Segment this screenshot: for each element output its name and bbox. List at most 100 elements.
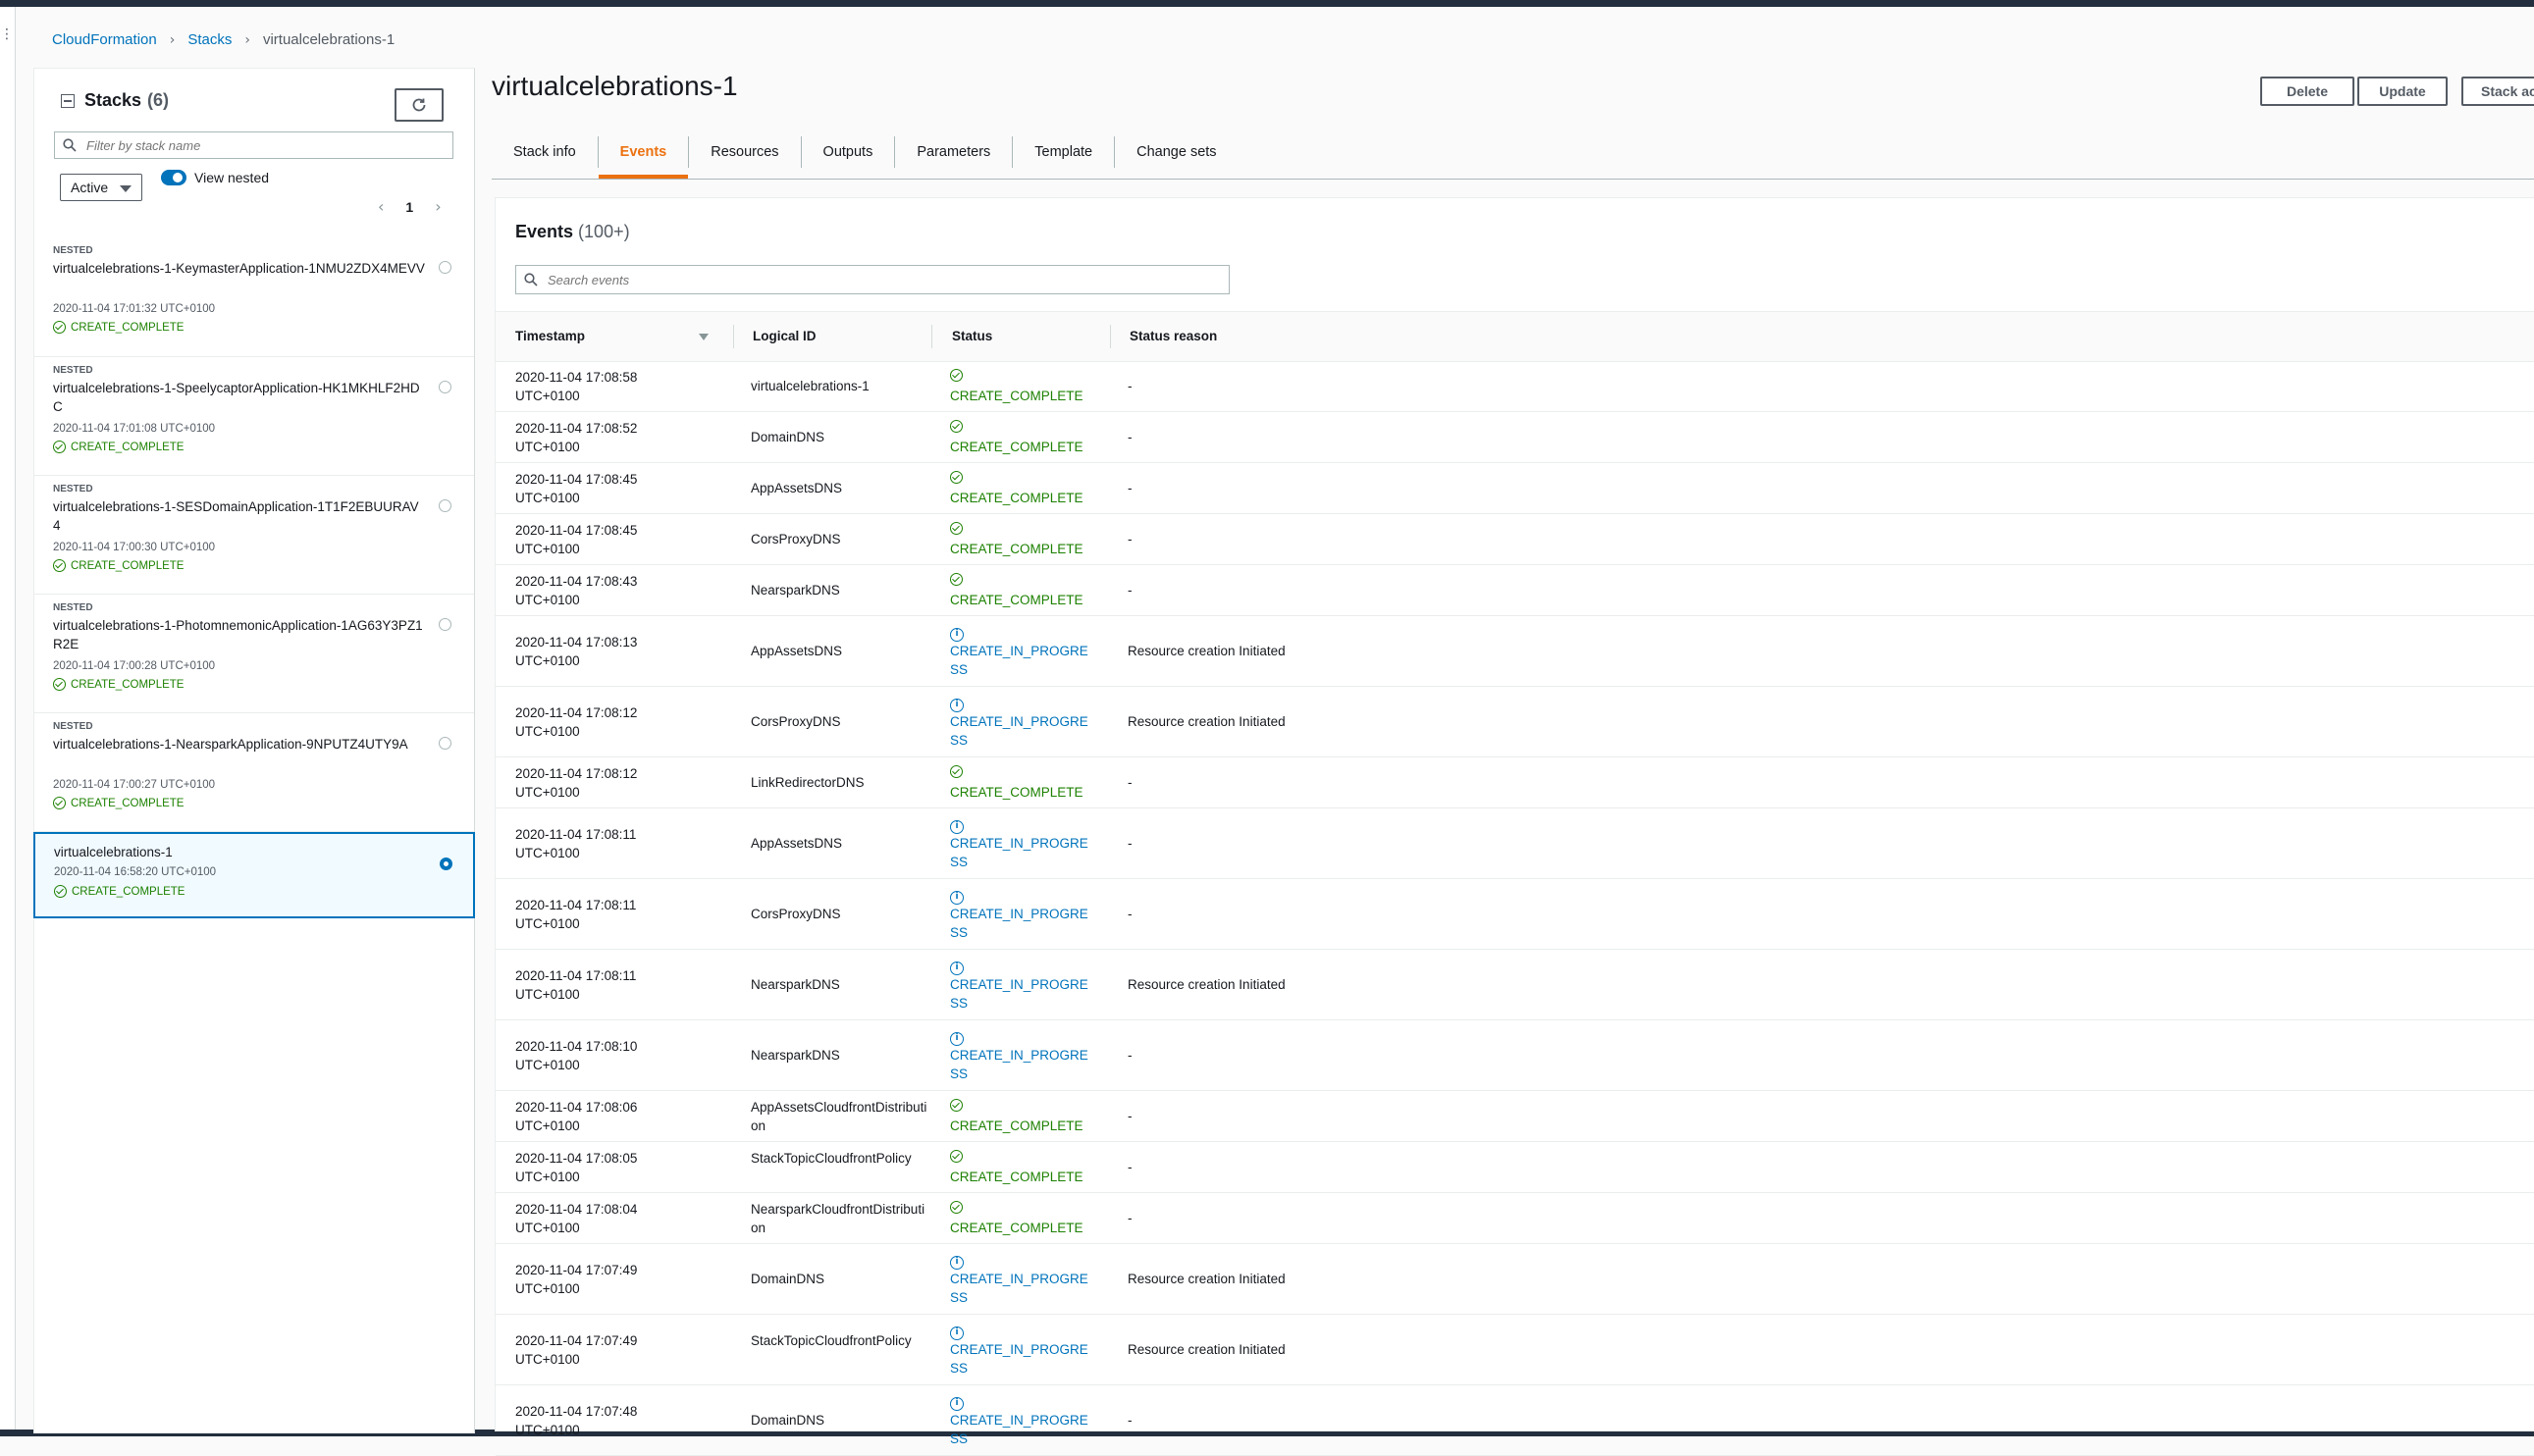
events-search-input[interactable]	[546, 271, 1217, 288]
stack-status: CREATE_COMPLETE	[53, 321, 184, 334]
event-status-text[interactable]: CREATE_IN_PROGRESS	[950, 1046, 1092, 1083]
delete-button[interactable]: Delete	[2260, 77, 2354, 106]
event-row[interactable]: 2020-11-04 17:08:13 UTC+0100 AppAssetsDNS i…	[496, 616, 2534, 687]
info-circle-icon: i	[950, 698, 964, 712]
stack-list-item[interactable]: NESTED virtualcelebrations-1-KeymasterAp…	[34, 237, 474, 357]
event-status-reason: -	[1128, 907, 1133, 921]
event-status-text[interactable]: CREATE_IN_PROGRESS	[950, 1270, 1092, 1307]
stack-select-radio[interactable]	[439, 737, 451, 750]
event-timestamp-zone: UTC+0100	[515, 542, 580, 556]
event-status-reason: Resource creation Initiated	[1128, 1342, 1286, 1357]
update-button[interactable]: Update	[2357, 77, 2448, 106]
stack-list-item[interactable]: NESTED virtualcelebrations-1-NearsparkAp…	[34, 713, 474, 832]
caret-down-icon	[120, 185, 132, 192]
tab-template[interactable]: Template	[1013, 136, 1116, 168]
events-panel: Events (100+) Timestamp Logical ID Statu…	[495, 197, 2534, 1456]
info-circle-icon: i	[950, 1031, 964, 1046]
stack-select-radio[interactable]	[440, 858, 452, 870]
stack-filter-field[interactable]	[54, 131, 453, 159]
event-status-text[interactable]: CREATE_IN_PROGRESS	[950, 1340, 1092, 1378]
event-row[interactable]: 2020-11-04 17:08:45 UTC+0100 CorsProxyDNS C…	[496, 514, 2534, 565]
column-divider[interactable]	[1110, 325, 1111, 348]
drag-handle-icon[interactable]: ⋮	[0, 26, 14, 42]
refresh-button[interactable]	[395, 88, 444, 122]
stack-list-item[interactable]: NESTED virtualcelebrations-1-Photomnemon…	[34, 595, 474, 713]
stack-actions-button[interactable]: Stack ac	[2461, 77, 2534, 106]
event-row[interactable]: 2020-11-04 17:08:06 UTC+0100 AppAssetsClou…	[496, 1091, 2534, 1142]
tab-change-sets[interactable]: Change sets	[1115, 136, 1238, 168]
event-status-text[interactable]: CREATE_IN_PROGRESS	[950, 834, 1092, 871]
event-timestamp: 2020-11-04 17:08:10 UTC+0100	[515, 1037, 637, 1074]
tab-parameters[interactable]: Parameters	[895, 136, 1014, 168]
tab-resources[interactable]: Resources	[689, 136, 802, 168]
event-logical-id: CorsProxyDNS	[751, 532, 841, 546]
event-row[interactable]: 2020-11-04 17:08:12 UTC+0100 LinkRedirecto…	[496, 757, 2534, 808]
event-status-reason: -	[1128, 532, 1133, 546]
event-timestamp-zone: UTC+0100	[515, 653, 580, 668]
event-logical-id: AppAssetsDNS	[751, 481, 843, 495]
event-logical-id: NearsparkDNS	[751, 977, 840, 992]
event-row[interactable]: 2020-11-04 17:07:49 UTC+0100 StackTopicClo…	[496, 1315, 2534, 1385]
stack-select-radio[interactable]	[439, 261, 451, 274]
event-status-text[interactable]: CREATE_IN_PROGRESS	[950, 975, 1092, 1013]
chevron-right-icon: ›	[169, 31, 176, 48]
stack-select-radio[interactable]	[439, 499, 451, 512]
event-row[interactable]: 2020-11-04 17:08:11 UTC+0100 AppAssetsDNS i…	[496, 808, 2534, 879]
stack-list-item[interactable]: NESTED virtualcelebrations-1-SESDomainAp…	[34, 476, 474, 595]
breadcrumb-stacks[interactable]: Stacks	[187, 31, 232, 48]
column-header-status-reason[interactable]: Status reason	[1130, 312, 1217, 361]
stack-filter-input[interactable]	[84, 136, 442, 154]
column-header-timestamp[interactable]: Timestamp	[515, 312, 585, 361]
event-row[interactable]: 2020-11-04 17:08:04 UTC+0100 NearsparkClou…	[496, 1193, 2534, 1244]
column-header-status[interactable]: Status	[952, 312, 992, 361]
event-row[interactable]: 2020-11-04 17:08:45 UTC+0100 AppAssetsDNS C…	[496, 463, 2534, 514]
tab-stack-info[interactable]: Stack info	[492, 136, 599, 168]
event-status-text[interactable]: CREATE_IN_PROGRESS	[950, 905, 1092, 942]
event-status-reason: Resource creation Initiated	[1128, 1272, 1286, 1286]
check-circle-icon	[53, 797, 66, 809]
next-page-icon[interactable]: ›	[435, 197, 441, 216]
event-row[interactable]: 2020-11-04 17:08:52 UTC+0100 DomainDNS CREA…	[496, 412, 2534, 463]
sort-descending-icon[interactable]	[699, 334, 709, 340]
event-timestamp-date: 2020-11-04 17:08:11	[515, 827, 637, 842]
collapse-icon[interactable]	[61, 93, 75, 108]
event-row[interactable]: 2020-11-04 17:08:43 UTC+0100 NearsparkDNS C…	[496, 565, 2534, 616]
check-circle-icon	[950, 522, 963, 535]
tab-events[interactable]: Events	[598, 136, 690, 179]
event-row[interactable]: 2020-11-04 17:08:05 UTC+0100 StackTopicClo…	[496, 1142, 2534, 1193]
event-status-reason: -	[1128, 775, 1133, 790]
event-row[interactable]: 2020-11-04 17:08:58 UTC+0100 virtualcelebr…	[496, 361, 2534, 412]
event-row[interactable]: 2020-11-04 17:08:11 UTC+0100 NearsparkDNS i…	[496, 950, 2534, 1020]
event-timestamp-date: 2020-11-04 17:08:13	[515, 635, 638, 650]
column-divider[interactable]	[931, 325, 932, 348]
tab-outputs[interactable]: Outputs	[802, 136, 896, 168]
event-row[interactable]: 2020-11-04 17:07:49 UTC+0100 DomainDNS i CRE…	[496, 1244, 2534, 1315]
event-status-text: CREATE_COMPLETE	[950, 542, 1083, 556]
page-title: virtualcelebrations-1	[492, 71, 738, 101]
event-row[interactable]: 2020-11-04 17:08:10 UTC+0100 NearsparkDNS i…	[496, 1020, 2534, 1091]
status-filter-select[interactable]: Active	[60, 174, 142, 201]
previous-page-icon[interactable]: ‹	[378, 197, 384, 216]
event-timestamp-zone: UTC+0100	[515, 593, 580, 607]
breadcrumb-cloudformation[interactable]: CloudFormation	[52, 31, 157, 48]
column-divider[interactable]	[733, 325, 734, 348]
side-navigation-rail[interactable]: ⋮	[0, 7, 16, 1431]
event-status-text[interactable]: CREATE_IN_PROGRESS	[950, 642, 1092, 679]
column-header-logical-id[interactable]: Logical ID	[753, 312, 817, 361]
event-status-text[interactable]: CREATE_IN_PROGRESS	[950, 1411, 1092, 1448]
event-timestamp-zone: UTC+0100	[515, 1352, 580, 1367]
event-row[interactable]: 2020-11-04 17:08:12 UTC+0100 CorsProxyDNS i…	[496, 687, 2534, 757]
stack-list-item[interactable]: NESTED virtualcelebrations-1-Speelycapto…	[34, 357, 474, 476]
event-timestamp: 2020-11-04 17:08:13 UTC+0100	[515, 633, 637, 670]
stack-select-radio[interactable]	[439, 381, 451, 393]
stack-list-item-selected[interactable]: virtualcelebrations-1 2020-11-04 16:58:2…	[33, 832, 475, 918]
view-nested-toggle[interactable]	[161, 170, 186, 185]
event-status: i CREATE_IN_PROGRESS	[950, 1391, 1097, 1448]
event-row[interactable]: 2020-11-04 17:08:11 UTC+0100 CorsProxyDNS i…	[496, 879, 2534, 950]
event-status-text[interactable]: CREATE_IN_PROGRESS	[950, 712, 1092, 750]
stack-select-radio[interactable]	[439, 618, 451, 631]
event-row[interactable]: 2020-11-04 17:07:48 UTC+0100 DomainDNS i CRE…	[496, 1385, 2534, 1456]
events-search-field[interactable]	[515, 265, 1230, 294]
current-page-number[interactable]: 1	[405, 199, 413, 215]
stack-status: CREATE_COMPLETE	[53, 559, 184, 572]
